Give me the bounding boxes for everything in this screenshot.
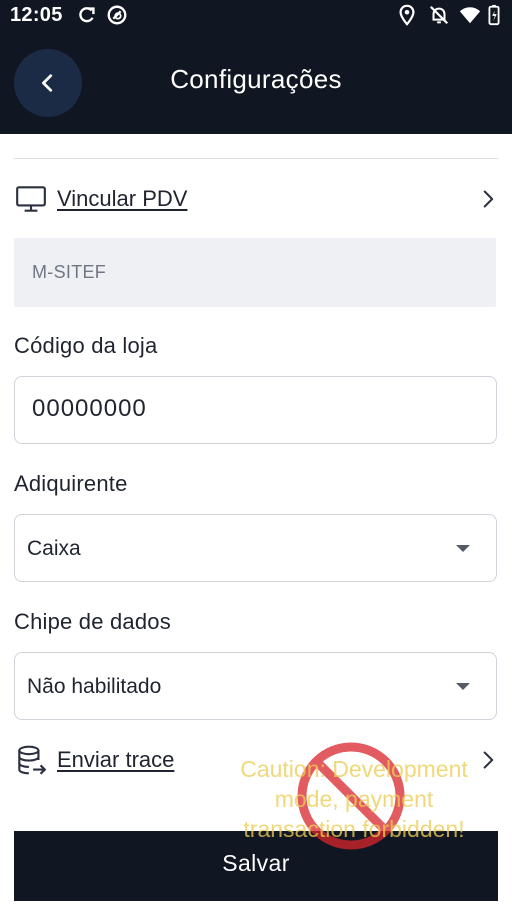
chipe-dados-value: Não habilitado bbox=[27, 675, 162, 698]
dropdown-caret-icon bbox=[456, 683, 470, 690]
no-signal-circle-icon bbox=[107, 5, 127, 25]
pdv-value-field: M-SITEF bbox=[14, 238, 496, 307]
database-send-icon bbox=[18, 745, 47, 775]
save-button[interactable]: Salvar bbox=[14, 831, 498, 901]
chipe-dados-label: Chipe de dados bbox=[14, 609, 171, 634]
app-bar: Configurações bbox=[0, 32, 512, 134]
vincular-pdv-link[interactable]: Vincular PDV bbox=[14, 175, 498, 223]
monitor-icon bbox=[16, 186, 46, 212]
chipe-dados-select[interactable]: Não habilitado bbox=[14, 652, 497, 720]
battery-icon bbox=[488, 4, 500, 26]
adiquirente-label: Adiquirente bbox=[14, 471, 128, 496]
status-bar: 12:05 bbox=[0, 0, 512, 32]
adiquirente-value: Caixa bbox=[27, 537, 81, 560]
chevron-right-icon bbox=[483, 190, 494, 208]
sync-icon bbox=[79, 7, 95, 23]
enviar-trace-link[interactable]: Enviar trace bbox=[14, 736, 498, 784]
enviar-trace-label: Enviar trace bbox=[57, 747, 175, 772]
status-time: 12:05 bbox=[10, 4, 63, 26]
pdv-value: M-SITEF bbox=[32, 262, 107, 282]
wifi-icon bbox=[459, 7, 481, 24]
codigo-loja-label: Código da loja bbox=[14, 333, 158, 358]
codigo-loja-value: 00000000 bbox=[32, 395, 147, 422]
page-title: Configurações bbox=[170, 64, 342, 94]
adiquirente-select[interactable]: Caixa bbox=[14, 514, 497, 582]
vincular-pdv-label: Vincular PDV bbox=[57, 186, 188, 211]
top-divider bbox=[14, 158, 498, 159]
chevron-right-icon bbox=[483, 751, 494, 769]
bell-off-icon bbox=[429, 5, 449, 25]
codigo-loja-input[interactable]: 00000000 bbox=[14, 376, 497, 444]
location-icon bbox=[399, 4, 415, 26]
dropdown-caret-icon bbox=[456, 545, 470, 552]
